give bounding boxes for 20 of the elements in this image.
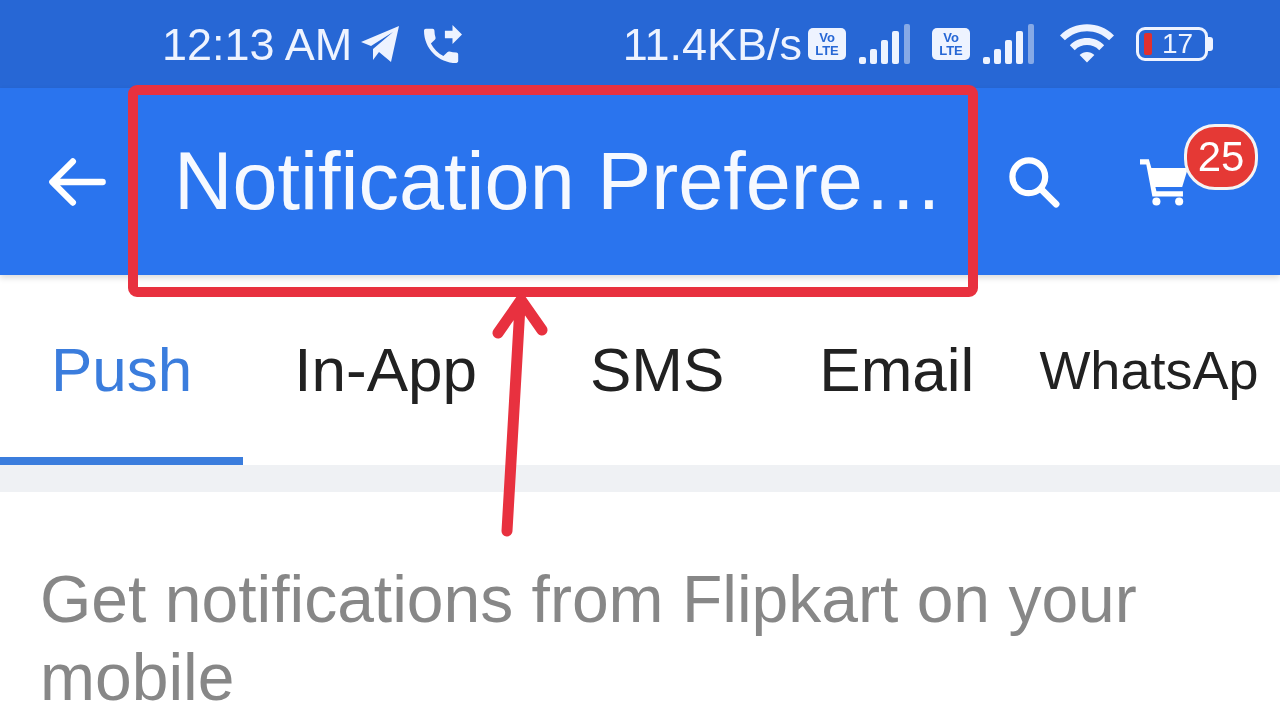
network-speed: 11.4KB/s (622, 21, 802, 67)
volte-badge: Vo LTE (808, 28, 846, 60)
tab[interactable]: SMS (528, 275, 769, 465)
tab[interactable]: In-App (243, 275, 528, 465)
cart-count-badge: 25 (1184, 123, 1258, 190)
tab[interactable]: WhatsAp (1025, 275, 1259, 465)
clock-time: 12:13 AM (162, 21, 353, 67)
battery-percent: 17 (1162, 30, 1194, 58)
volte-badge: Vo LTE (932, 28, 970, 60)
search-icon (1008, 155, 1060, 208)
back-arrow-icon (48, 155, 106, 208)
battery-low-bar (1144, 33, 1152, 55)
back-button[interactable] (48, 155, 106, 208)
paper-plane-icon (360, 26, 401, 62)
phone-arrow-icon (424, 25, 463, 63)
tab[interactable]: Push (0, 275, 244, 465)
description-text: Get notifications from Flipkart on your mobile (40, 561, 1138, 716)
search-button[interactable] (1008, 155, 1060, 208)
screen-title: Notification Prefere… (174, 141, 944, 222)
tab[interactable]: Email (768, 275, 1026, 465)
